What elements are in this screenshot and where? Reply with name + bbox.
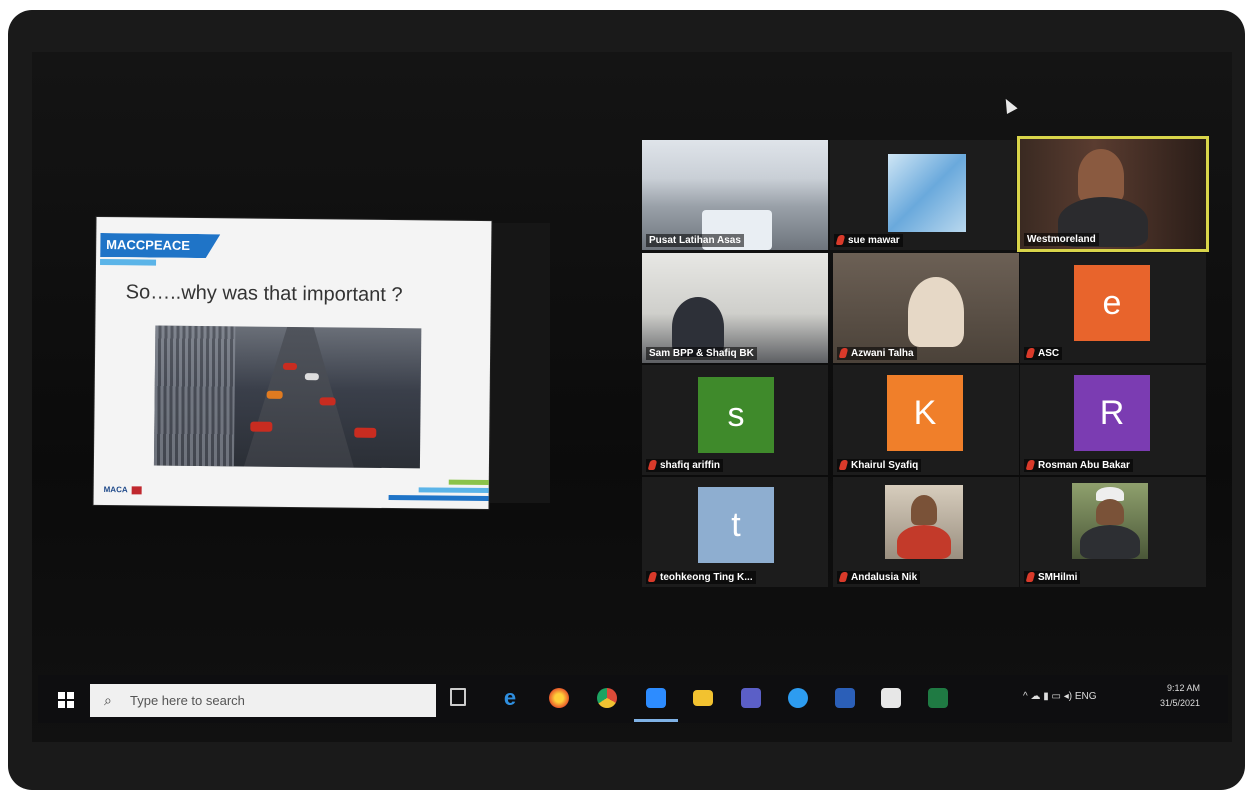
participant-tile[interactable]: Sam BPP & Shafiq BK	[642, 253, 828, 363]
language-indicator[interactable]: ENG	[1075, 691, 1097, 702]
profile-picture	[1072, 483, 1148, 559]
taskbar-search-input[interactable]: ⌕ Type here to search	[90, 684, 436, 717]
clock-date: 31/5/2021	[1160, 698, 1201, 708]
clock-time: 9:12 AM	[1167, 683, 1201, 693]
mic-muted-icon	[838, 348, 849, 359]
participant-name: shafiq ariffin	[646, 459, 724, 472]
participant-tile[interactable]: Azwani Talha	[833, 253, 1019, 363]
participant-name: Rosman Abu Bakar	[1024, 459, 1133, 472]
zoom-icon[interactable]	[646, 688, 666, 708]
avatar-initial: e	[1074, 265, 1150, 341]
mic-muted-icon	[838, 460, 849, 471]
safari-icon[interactable]	[788, 688, 808, 708]
word-icon[interactable]	[835, 688, 855, 708]
participant-tile[interactable]: t teohkeong Ting K...	[642, 477, 828, 587]
store-icon[interactable]	[881, 688, 901, 708]
participant-tile-active-speaker[interactable]: Westmoreland	[1020, 139, 1206, 249]
participant-name: Andalusia Nik	[837, 571, 921, 584]
windows-taskbar: ⌕ Type here to search e ^ ☁ ▮ ▭ ◂) ENG 9…	[38, 675, 1228, 723]
active-app-indicator	[634, 719, 678, 722]
system-tray[interactable]: ^ ☁ ▮ ▭ ◂) ENG	[1023, 691, 1097, 702]
participant-name: teohkeong Ting K...	[646, 571, 756, 584]
participant-name: Sam BPP & Shafiq BK	[646, 347, 757, 360]
mic-muted-icon	[1025, 460, 1036, 471]
participant-name: ASC	[1024, 347, 1063, 360]
search-placeholder: Type here to search	[130, 693, 245, 708]
firefox-icon[interactable]	[549, 688, 569, 708]
participant-tile[interactable]: SMHilmi	[1020, 477, 1206, 587]
slide-race-photo	[153, 325, 422, 469]
teams-icon[interactable]	[741, 688, 761, 708]
participant-tile[interactable]: sue mawar	[830, 140, 1016, 250]
search-icon: ⌕	[104, 692, 112, 708]
participant-name: sue mawar	[834, 234, 903, 247]
windows-start-icon[interactable]	[58, 692, 74, 708]
mic-muted-icon	[647, 460, 658, 471]
edge-icon[interactable]: e	[500, 687, 520, 709]
profile-picture	[888, 154, 966, 232]
participant-tile[interactable]: K Khairul Syafiq	[833, 365, 1019, 475]
mic-muted-icon	[1025, 348, 1036, 359]
mic-muted-icon	[1025, 572, 1036, 583]
slide-decor-stripes	[379, 470, 489, 502]
task-view-icon[interactable]	[450, 688, 466, 706]
participant-tile[interactable]: e ASC	[1020, 253, 1206, 363]
participant-tile[interactable]: Andalusia Nik	[833, 477, 1019, 587]
chrome-icon[interactable]	[597, 688, 617, 708]
file-explorer-icon[interactable]	[693, 690, 713, 706]
participant-name: Azwani Talha	[837, 347, 917, 360]
mic-muted-icon	[835, 235, 846, 246]
slide-brand-stripe	[100, 258, 157, 266]
share-backdrop	[488, 223, 550, 503]
mic-muted-icon	[838, 572, 849, 583]
avatar-initial: s	[698, 377, 774, 453]
participant-name: SMHilmi	[1024, 571, 1081, 584]
slide-logo: MACA	[104, 485, 142, 495]
slide-title: So…..why was that important ?	[125, 281, 403, 307]
participant-name: Pusat Latihan Asas	[646, 234, 744, 247]
participant-tile[interactable]: R Rosman Abu Bakar	[1020, 365, 1206, 475]
participant-tile[interactable]: s shafiq ariffin	[642, 365, 828, 475]
shared-slide[interactable]: MACCPEACE So…..why was that important ? …	[93, 216, 492, 510]
avatar-initial: K	[887, 375, 963, 451]
slide-brand-banner: MACCPEACE	[100, 233, 220, 258]
participant-name: Westmoreland	[1024, 233, 1099, 246]
avatar-initial: R	[1074, 375, 1150, 451]
avatar-initial: t	[698, 487, 774, 563]
profile-picture	[885, 485, 963, 559]
participant-name: Khairul Syafiq	[837, 459, 922, 472]
participant-tile[interactable]: Pusat Latihan Asas	[642, 140, 828, 250]
excel-icon[interactable]	[928, 688, 948, 708]
taskbar-clock[interactable]: 9:12 AM 31/5/2021	[1160, 681, 1200, 711]
mic-muted-icon	[647, 572, 658, 583]
